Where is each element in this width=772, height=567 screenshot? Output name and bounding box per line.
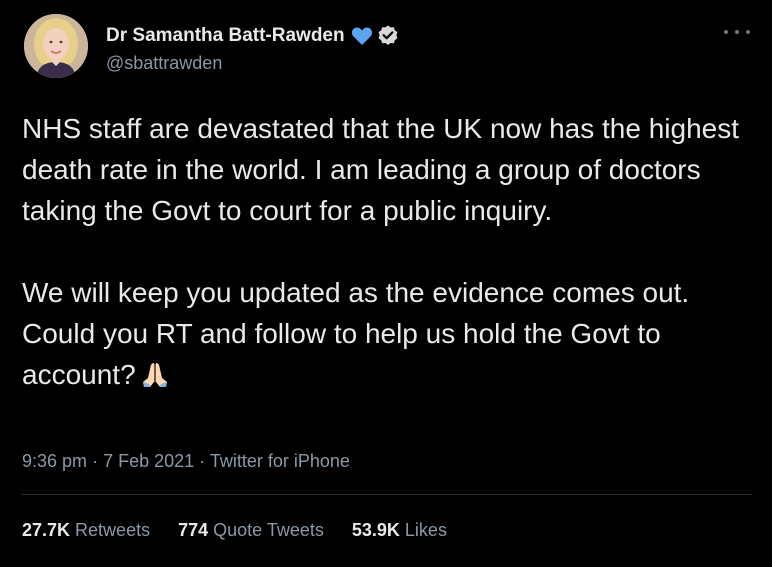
tweet-paragraph-2-wrap: We will keep you updated as the evidence… xyxy=(22,272,757,395)
folded-hands-icon xyxy=(140,360,170,390)
likes-label: Likes xyxy=(404,520,447,540)
tweet-text: NHS staff are devastated that the UK now… xyxy=(22,108,757,395)
dot-icon xyxy=(724,30,728,34)
retweets-stat[interactable]: 27.7K Retweets xyxy=(22,520,150,541)
likes-stat[interactable]: 53.9K Likes xyxy=(352,520,447,541)
verified-icon xyxy=(376,24,400,48)
retweets-count: 27.7K xyxy=(22,520,71,540)
tweet-time[interactable]: 9:36 pm xyxy=(22,451,87,471)
tweet-date[interactable]: 7 Feb 2021 xyxy=(103,451,194,471)
divider xyxy=(22,494,752,495)
avatar[interactable] xyxy=(24,14,88,78)
handle[interactable]: @sbattrawden xyxy=(106,53,222,74)
retweets-label: Retweets xyxy=(75,520,151,540)
meta-separator: · xyxy=(92,451,99,471)
display-name-row: Dr Samantha Batt-Rawden xyxy=(106,24,400,48)
quote-tweets-label: Quote Tweets xyxy=(213,520,324,540)
dot-icon xyxy=(746,30,750,34)
meta-separator: · xyxy=(199,451,206,471)
quote-tweets-count: 774 xyxy=(178,520,209,540)
profile-photo-icon xyxy=(24,14,88,78)
tweet-source[interactable]: Twitter for iPhone xyxy=(210,451,350,471)
timestamp-row: 9:36 pm · 7 Feb 2021 · Twitter for iPhon… xyxy=(22,451,350,472)
engagement-stats: 27.7K Retweets 774 Quote Tweets 53.9K Li… xyxy=(22,520,475,541)
tweet-paragraph-1: NHS staff are devastated that the UK now… xyxy=(22,113,740,226)
likes-count: 53.9K xyxy=(351,520,400,540)
more-options-button[interactable] xyxy=(724,22,750,42)
quote-tweets-stat[interactable]: 774 Quote Tweets xyxy=(178,520,324,541)
tweet-card: Dr Samantha Batt-Rawden @sbattrawden NHS… xyxy=(0,0,772,567)
blue-heart-icon xyxy=(351,26,373,46)
dot-icon xyxy=(735,30,739,34)
display-name[interactable]: Dr Samantha Batt-Rawden xyxy=(106,25,345,47)
tweet-paragraph-2: We will keep you updated as the evidence… xyxy=(22,277,690,390)
